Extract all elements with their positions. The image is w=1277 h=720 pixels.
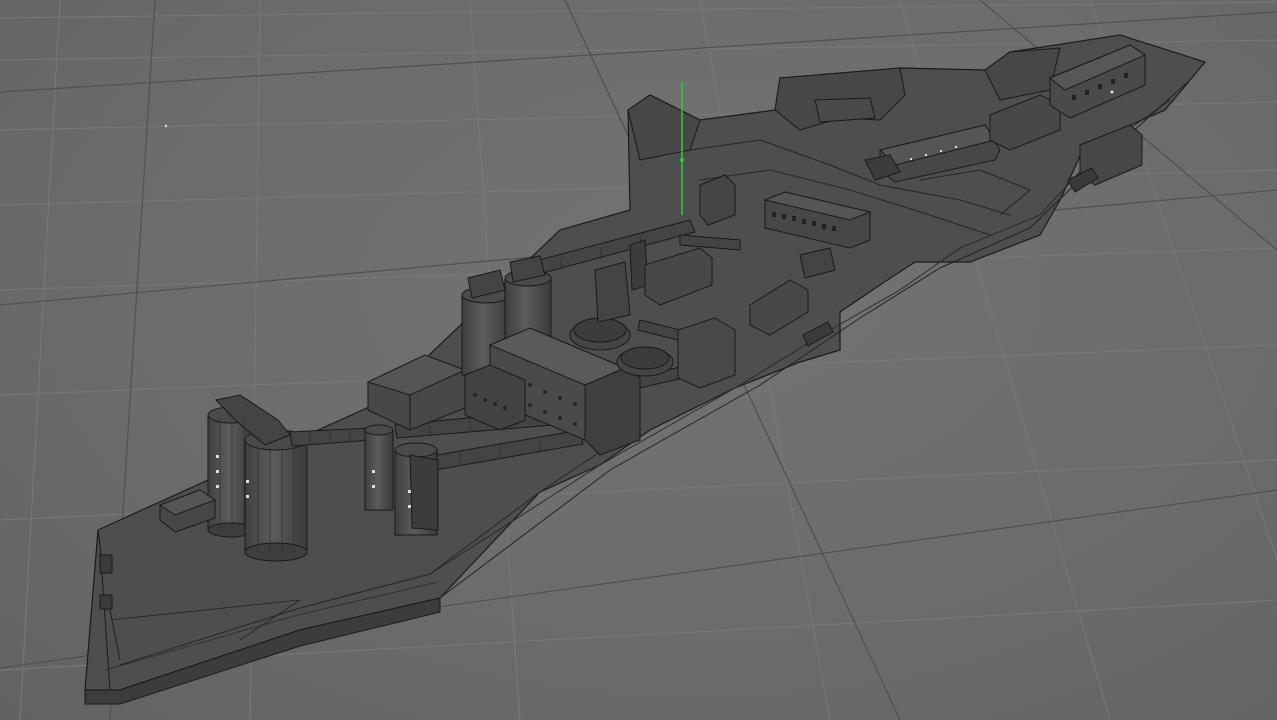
3d-viewport[interactable] [0,0,1277,720]
silo-group-front[interactable] [207,394,308,562]
viewport-canvas[interactable] [0,0,1277,720]
